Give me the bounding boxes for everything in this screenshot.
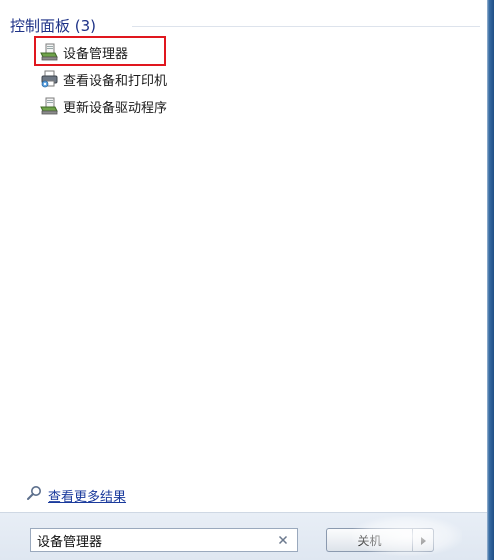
search-icon (26, 485, 42, 505)
chevron-right-icon (419, 531, 427, 550)
device-manager-icon (40, 43, 58, 61)
group-title: 控制面板 (3) (10, 16, 97, 35)
search-box[interactable] (30, 528, 298, 552)
result-item-devices-and-printers[interactable]: 查看设备和打印机 (40, 69, 167, 89)
see-more-results-label: 查看更多结果 (48, 489, 127, 505)
see-more-results-link[interactable]: 查看更多结果 (26, 484, 126, 506)
group-divider (132, 26, 480, 27)
result-item-device-manager[interactable]: 设备管理器 (40, 42, 128, 62)
result-item-label: 设备管理器 (63, 46, 129, 62)
close-icon[interactable] (273, 530, 293, 550)
window-frame-edge (487, 0, 494, 560)
shutdown-label: 关机 (357, 533, 382, 548)
result-item-update-device-drivers[interactable]: 更新设备驱动程序 (40, 96, 167, 116)
result-item-label: 查看设备和打印机 (63, 73, 168, 89)
shutdown-button[interactable]: 关机 (326, 528, 412, 552)
start-menu: 控制面板 (3) 设备管理器 查看设备和打印机 更新设备驱动程序 查看更多结果 … (0, 0, 494, 560)
shutdown-options-button[interactable] (412, 528, 434, 552)
shutdown-group: 关机 (326, 528, 434, 552)
group-header-control-panel[interactable]: 控制面板 (3) (10, 14, 96, 36)
result-item-label: 更新设备驱动程序 (63, 100, 168, 116)
search-results-panel: 控制面板 (3) 设备管理器 查看设备和打印机 更新设备驱动程序 查看更多结果 (0, 0, 487, 512)
device-driver-icon (40, 97, 58, 115)
printer-icon (40, 70, 58, 88)
search-input[interactable] (31, 530, 273, 550)
